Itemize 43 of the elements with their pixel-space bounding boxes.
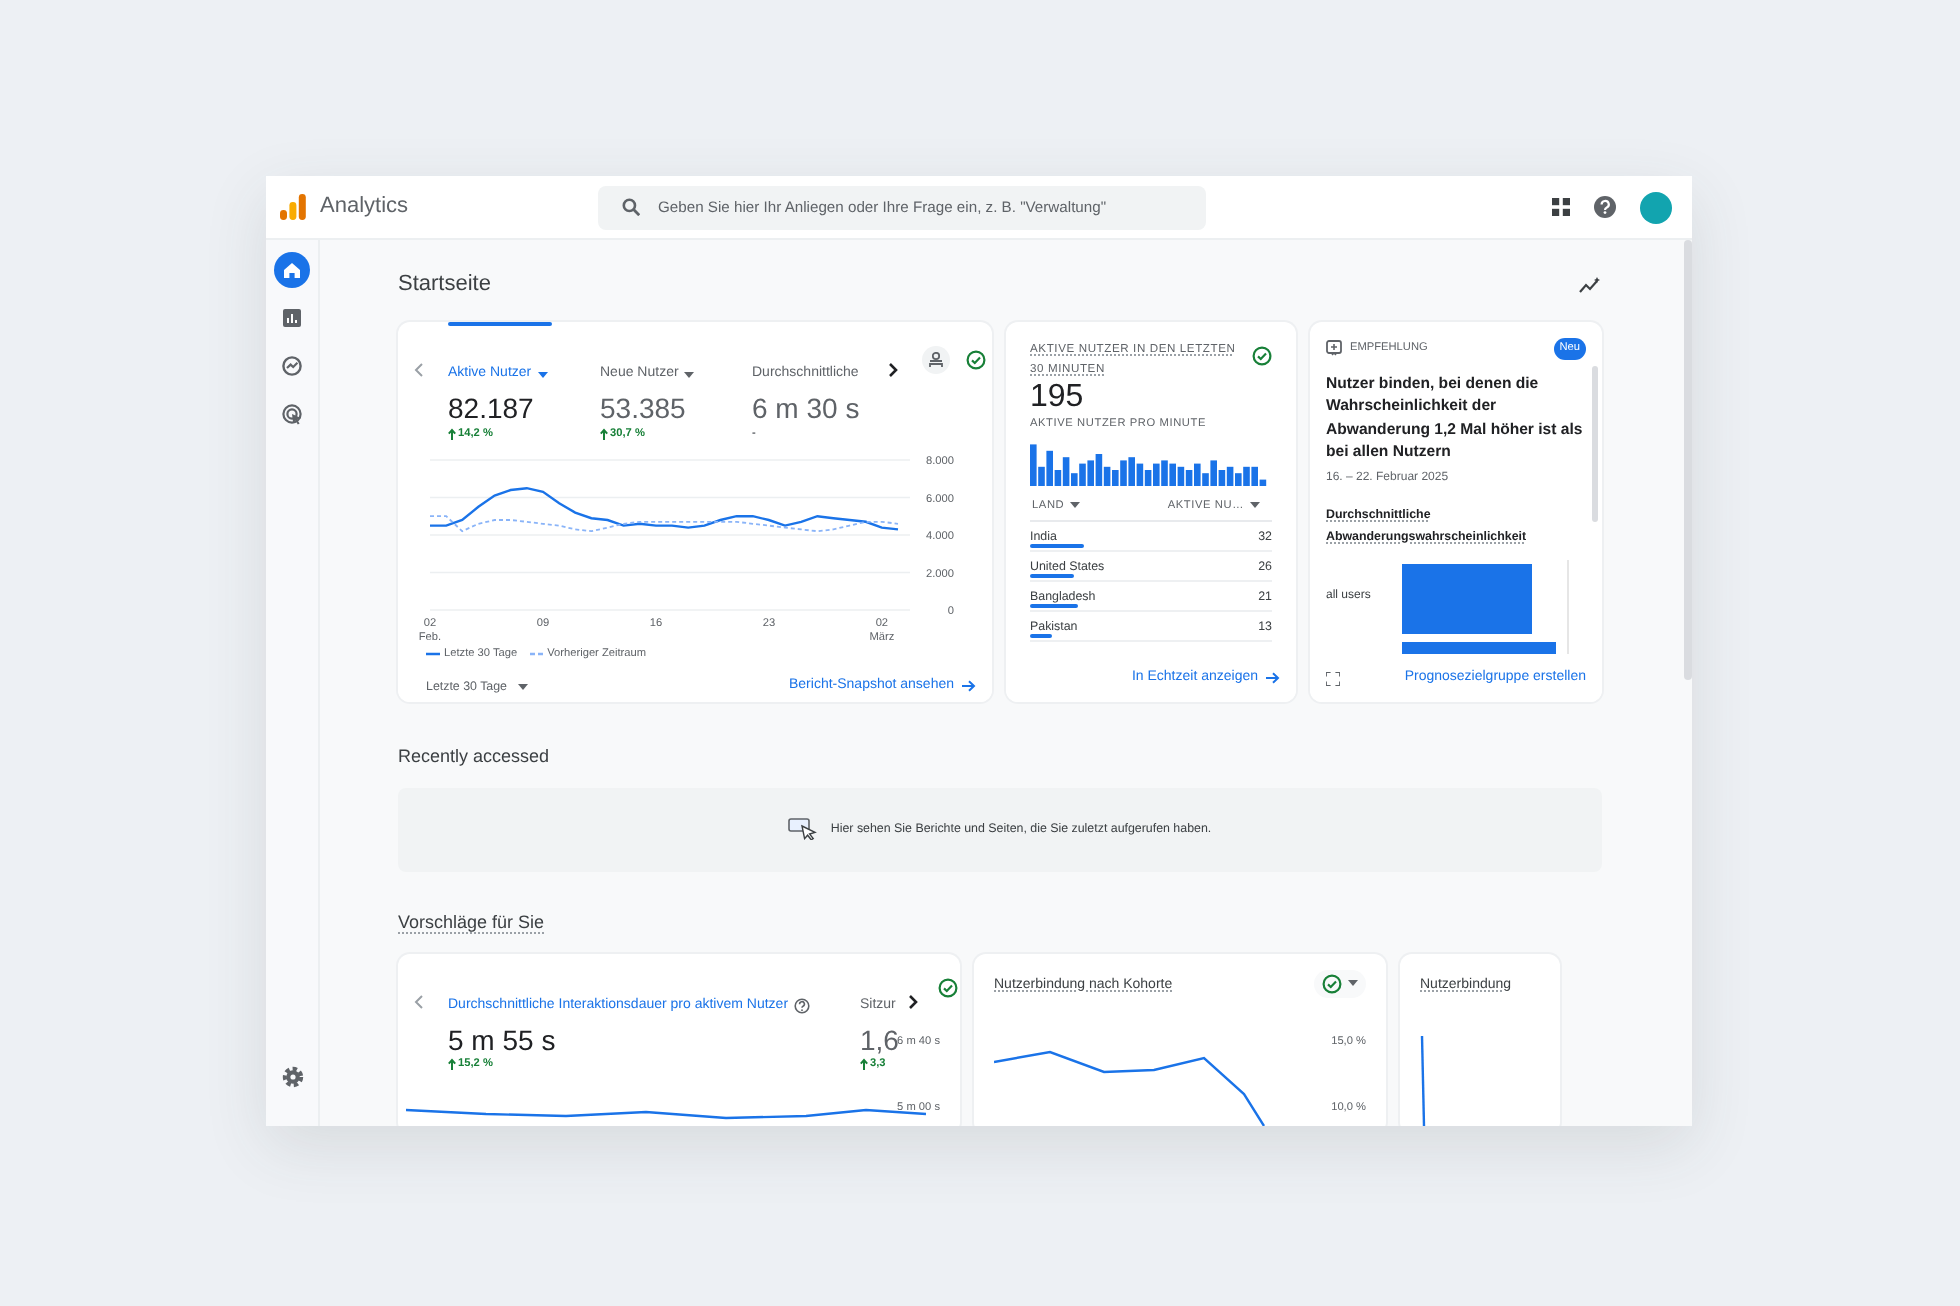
- metric-value: 195: [1030, 382, 1086, 415]
- chevron-right-icon[interactable]: [888, 362, 898, 379]
- avatar[interactable]: [1640, 191, 1672, 223]
- person-compare-icon[interactable]: [928, 352, 944, 369]
- trend-sparkle-icon[interactable]: [1578, 276, 1602, 295]
- bar-chart-icon: [280, 306, 304, 330]
- logo-icon: [280, 194, 306, 220]
- check-circle-icon: [1252, 346, 1272, 367]
- page-title: Startseite: [398, 272, 491, 299]
- status-dropdown[interactable]: [1314, 969, 1366, 998]
- sidebar-item[interactable]: [274, 252, 310, 288]
- app-title: Analytics: [320, 192, 411, 223]
- dropdown-caret-icon: [518, 683, 529, 690]
- fullscreen-icon[interactable]: [1326, 671, 1340, 686]
- check-circle-icon: [938, 977, 958, 998]
- target-cursor-icon: [280, 402, 304, 426]
- check-circle-icon: [966, 350, 986, 371]
- add-box-icon: [1326, 340, 1342, 357]
- help-icon: [794, 998, 811, 1015]
- apps-grid-icon[interactable]: [1552, 198, 1570, 216]
- dropdown-caret-icon: [1348, 980, 1358, 987]
- line-chart-drawing: [1420, 1033, 1428, 1126]
- settings-icon[interactable]: [281, 1066, 303, 1089]
- trend-circle-icon: [280, 354, 304, 378]
- search-icon: [622, 198, 640, 216]
- cursor-window-icon: [788, 818, 819, 841]
- chevron-left-icon[interactable]: [414, 362, 424, 379]
- arrow-right-icon: [1266, 672, 1280, 685]
- up-arrow-icon: [860, 1058, 868, 1071]
- up-arrow-icon: [448, 1058, 456, 1071]
- dropdown-caret-icon: [1250, 502, 1260, 509]
- legend-line-icon: [426, 652, 440, 657]
- check-circle-icon: [1322, 973, 1342, 994]
- chevron-left-icon[interactable]: [414, 993, 424, 1010]
- section-title: Vorschläge für Sie: [398, 911, 547, 934]
- chevron-right-icon[interactable]: [908, 993, 918, 1010]
- help-icon[interactable]: [1594, 196, 1616, 218]
- legend-line-icon: [529, 652, 544, 657]
- scrollbar[interactable]: [1592, 366, 1598, 523]
- home-icon: [280, 258, 304, 282]
- dropdown-caret-icon: [1070, 502, 1081, 509]
- section-title: Recently accessed: [398, 746, 552, 768]
- arrow-right-icon: [962, 680, 976, 693]
